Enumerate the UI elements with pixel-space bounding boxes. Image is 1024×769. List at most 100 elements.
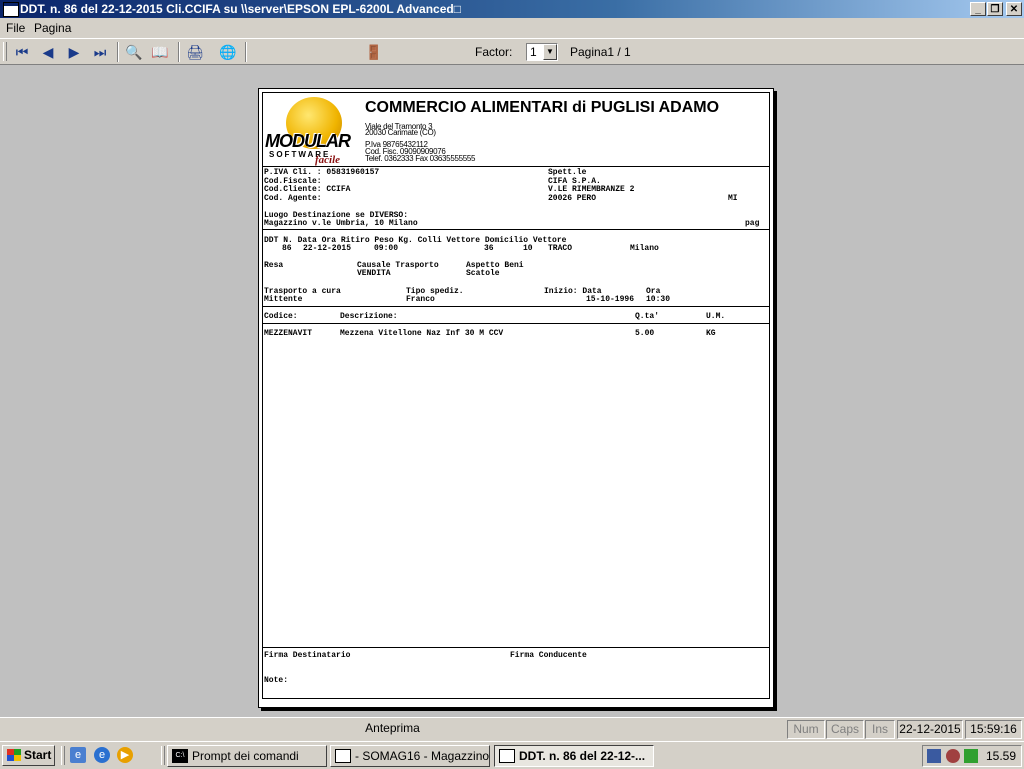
status-num: Num xyxy=(787,720,825,739)
start-button[interactable]: Start xyxy=(2,745,55,766)
piva-cliente: P.IVA Cli. : 05831960157 xyxy=(264,168,380,177)
previous-page-icon[interactable]: ◀ xyxy=(38,42,58,62)
company-name: COMMERCIO ALIMENTARI di PUGLISI ADAMO xyxy=(365,99,720,116)
menu-bar: File Pagina xyxy=(0,18,1024,38)
status-date: 22-12-2015 xyxy=(897,720,963,739)
item-quantita: 5.00 xyxy=(635,329,655,338)
first-page-icon[interactable]: ⏮ xyxy=(12,42,32,62)
update-icon[interactable] xyxy=(964,749,978,763)
document-frame: MODULAR SOFTWARE facile COMMERCIO ALIMEN… xyxy=(262,92,770,699)
window-icon xyxy=(335,749,351,763)
ora-ritiro: 09:00 xyxy=(374,244,399,253)
taskbar: Start e e ▶ C:\ Prompt dei comandi - SOM… xyxy=(0,741,1024,769)
window-icon xyxy=(499,749,515,763)
col-codice: Codice: xyxy=(264,312,298,321)
logo-script: facile xyxy=(315,154,341,166)
task-label: - SOMAG16 - Magazzino ... xyxy=(355,749,490,763)
print-icon[interactable]: 🖨 xyxy=(185,42,205,62)
cliente-cap-city: 20026 PERO xyxy=(548,194,597,203)
colli: 10 xyxy=(523,244,533,253)
divider xyxy=(263,166,769,167)
task-label: DDT. n. 86 del 22-12-... xyxy=(519,749,646,763)
ddt-number: 86 xyxy=(282,244,292,253)
task-label: Prompt dei comandi xyxy=(192,749,299,763)
two-pages-icon[interactable]: 📖 xyxy=(150,42,170,62)
toolbar-separator xyxy=(245,42,247,62)
export-icon[interactable]: 🌐 xyxy=(218,42,238,62)
destinazione-value: Magazzino v.le Umbria, 10 Milano xyxy=(264,219,418,228)
divider xyxy=(263,323,769,324)
minimize-button[interactable]: _ xyxy=(970,2,986,16)
peso-kg: 36 xyxy=(484,244,494,253)
task-prompt[interactable]: C:\ Prompt dei comandi xyxy=(167,745,327,767)
inizio-time: 10:30 xyxy=(646,295,671,304)
app-window-icon xyxy=(3,2,19,17)
cod-agente: Cod. Agente: xyxy=(264,194,322,203)
note-label: Note: xyxy=(264,676,289,685)
status-time: 15:59:16 xyxy=(965,720,1022,739)
tray-clock[interactable]: 15.59 xyxy=(986,749,1016,763)
internet-explorer-icon[interactable]: e xyxy=(94,747,110,763)
toolbar: ⏮ ◀ ▶ ⏭ 🔍 📖 🖨 🌐 🚪 Factor: 1 ▼ Pagina1 / … xyxy=(0,38,1024,65)
page-indicator: Pagina1 / 1 xyxy=(570,45,631,59)
firma-destinatario: Firma Destinatario xyxy=(264,651,351,660)
company-logo: MODULAR SOFTWARE facile xyxy=(263,93,361,167)
trasporto-value: Mittente xyxy=(264,295,303,304)
maximize-button[interactable]: ❐ xyxy=(987,2,1003,16)
tipo-spedizione-value: Franco xyxy=(406,295,435,304)
window-title: DDT. n. 86 del 22-12-2015 Cli.CCIFA su \… xyxy=(20,2,461,16)
toolbar-grip[interactable] xyxy=(3,42,7,61)
logo-text: MODULAR xyxy=(265,131,351,151)
task-ddt[interactable]: DDT. n. 86 del 22-12-... xyxy=(494,745,654,767)
security-icon[interactable] xyxy=(946,749,960,763)
status-mode: Anteprima xyxy=(365,721,420,735)
item-codice: MEZZENAVIT xyxy=(264,329,313,338)
vettore: TRACO xyxy=(548,244,573,253)
factor-label: Factor: xyxy=(475,45,513,59)
toolbar-separator xyxy=(117,42,119,62)
status-ins: Ins xyxy=(865,720,895,739)
media-player-icon[interactable]: ▶ xyxy=(117,747,133,763)
exit-door-icon[interactable]: 🚪 xyxy=(364,42,384,62)
taskbar-grip[interactable] xyxy=(61,746,65,765)
status-caps: Caps xyxy=(826,720,864,739)
col-quantita: Q.ta' xyxy=(635,312,660,321)
item-descrizione: Mezzena Vitellone Naz Inf 30 M CCV xyxy=(340,329,504,338)
resa-label: Resa xyxy=(264,261,284,270)
toolbar-separator xyxy=(178,42,180,62)
causale-value: VENDITA xyxy=(357,269,391,278)
divider xyxy=(263,229,769,230)
zoom-icon[interactable]: 🔍 xyxy=(124,42,144,62)
item-um: KG xyxy=(706,329,716,338)
show-desktop-icon[interactable]: e xyxy=(70,747,86,763)
col-um: U.M. xyxy=(706,312,726,321)
firma-conducente: Firma Conducente xyxy=(510,651,587,660)
domicilio-vettore: Milano xyxy=(630,244,659,253)
menu-pagina[interactable]: Pagina xyxy=(34,21,71,35)
command-prompt-icon: C:\ xyxy=(172,749,188,763)
last-page-icon[interactable]: ⏭ xyxy=(90,42,110,62)
factor-select[interactable]: 1 ▼ xyxy=(526,43,558,61)
task-somag16[interactable]: - SOMAG16 - Magazzino ... xyxy=(330,745,490,767)
col-descrizione: Descrizione: xyxy=(340,312,398,321)
network-icon[interactable] xyxy=(927,749,941,763)
company-address2: 20030 Carimate (CO) xyxy=(365,128,436,137)
system-tray: 15.59 xyxy=(922,745,1022,767)
factor-value: 1 xyxy=(530,45,537,59)
close-button[interactable]: ✕ xyxy=(1006,2,1022,16)
inizio-date: 15-10-1996 xyxy=(586,295,635,304)
aspetto-value: Scatole xyxy=(466,269,500,278)
menu-file[interactable]: File xyxy=(6,21,25,35)
cliente-address: V.LE RIMEMBRANZE 2 xyxy=(548,185,635,194)
title-bar: DDT. n. 86 del 22-12-2015 Cli.CCIFA su \… xyxy=(0,0,1024,18)
next-page-icon[interactable]: ▶ xyxy=(64,42,84,62)
divider xyxy=(263,306,769,307)
spett-label: Spett.le xyxy=(548,168,587,177)
preview-area[interactable]: MODULAR SOFTWARE facile COMMERCIO ALIMEN… xyxy=(0,65,1024,717)
ddt-date: 22-12-2015 xyxy=(303,244,352,253)
dropdown-arrow-icon[interactable]: ▼ xyxy=(543,44,557,60)
windows-flag-icon xyxy=(7,749,21,761)
taskbar-grip[interactable] xyxy=(161,746,165,765)
start-label: Start xyxy=(24,748,52,762)
company-tel: Telef. 0362333 Fax 03635555555 xyxy=(365,154,476,163)
